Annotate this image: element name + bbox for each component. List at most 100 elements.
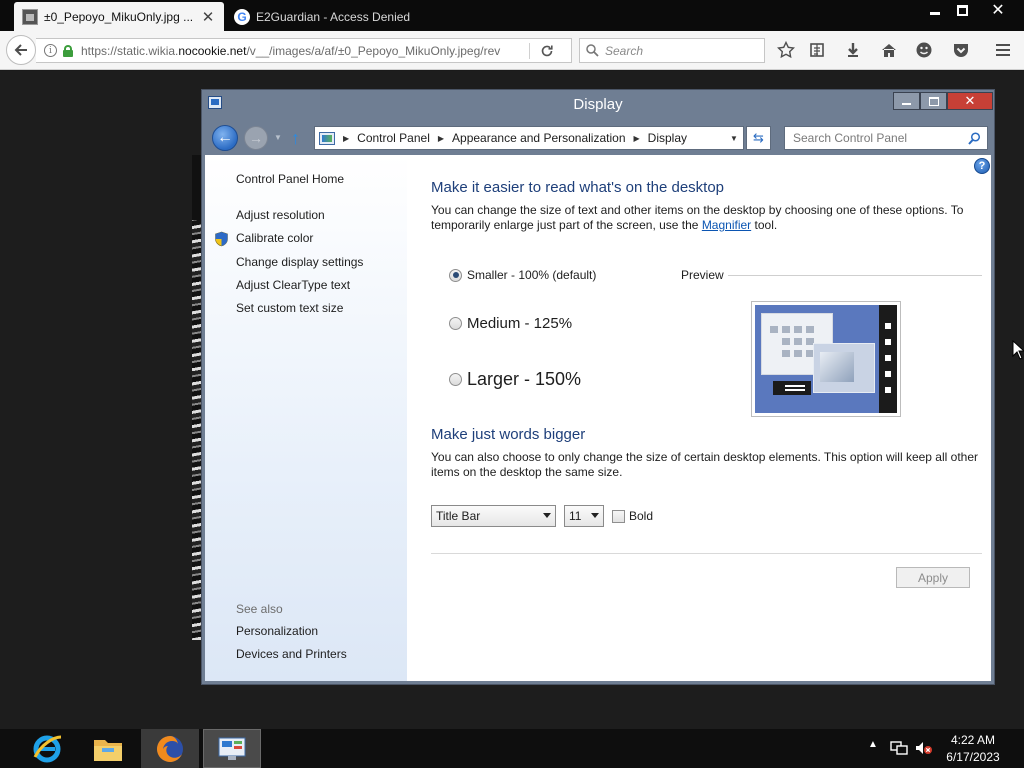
search-control-panel-input[interactable]: Search Control Panel [784,126,988,150]
radio-medium[interactable]: Medium - 125% [449,315,572,332]
words-bigger-paragraph: You can also choose to only change the s… [431,450,979,479]
main-panel: ? Make it easier to read what's on the d… [407,155,991,681]
emoji-icon[interactable] [914,40,934,60]
see-also-label: See also [236,602,283,616]
preview-divider [728,275,982,276]
tab-image[interactable]: ±0_Pepoyo_MikuOnly.jpg ... ✕ [14,2,224,31]
google-favicon-icon: G [234,8,250,25]
minimize-icon [902,103,911,105]
url-bar[interactable]: i https://static.wikia.nocookie.net/v__/… [36,38,572,63]
help-icon[interactable]: ? [974,158,990,174]
tab-e2guardian[interactable]: G E2Guardian - Access Denied [226,2,432,31]
breadcrumb-chevron-icon[interactable]: ▶ [634,134,640,143]
bold-checkbox[interactable] [612,510,625,523]
firefox-taskbar-button[interactable] [141,729,199,768]
forward-button[interactable]: → [244,126,268,150]
element-select[interactable]: Title Bar [431,505,556,527]
recent-locations-chevron-icon[interactable]: ▼ [274,133,282,142]
clock-time[interactable]: 4:22 AM [940,733,1006,747]
breadcrumb-display[interactable]: Display [648,131,687,145]
radio-smaller[interactable]: Smaller - 100% (default) [449,268,596,282]
intro-paragraph: You can change the size of text and othe… [431,203,979,233]
sidebar-item-control-panel-home[interactable]: Control Panel Home [236,172,344,186]
tab-title: E2Guardian - Access Denied [256,9,411,24]
url-prefix: https://static.wikia. [81,43,179,58]
star-icon[interactable] [776,40,796,60]
close-icon: ✕ [991,2,1005,19]
explorer-address-row: ← → ▼ ↑ ▶ Control Panel ▶ Appearance and… [202,121,994,155]
window-content: Control Panel Home Adjust resolution Cal… [205,155,991,681]
browser-close-button[interactable]: ✕ [975,0,1021,20]
element-select-value: Title Bar [436,509,481,523]
back-button[interactable]: ← [212,125,238,151]
breadcrumb-chevron-icon[interactable]: ▶ [343,134,349,143]
heading-read-easier: Make it easier to read what's on the des… [431,179,725,196]
search-icon[interactable] [965,129,983,147]
home-icon[interactable] [879,40,899,60]
intro-text-end: tool. [751,218,778,232]
radio-button[interactable] [449,373,462,386]
address-dropdown-icon[interactable]: ▼ [725,127,743,149]
breadcrumb-control-panel[interactable]: Control Panel [357,131,430,145]
radio-label[interactable]: Smaller - 100% (default) [467,268,596,282]
sidebar-item-change-display-settings[interactable]: Change display settings [236,255,363,269]
sidebar-item-adjust-cleartype[interactable]: Adjust ClearType text [236,278,350,292]
up-arrow-icon[interactable]: ↑ [291,128,300,149]
url-text[interactable]: https://static.wikia.nocookie.net/v__/im… [81,44,511,58]
lock-icon[interactable] [63,44,73,57]
reload-icon[interactable] [540,44,554,58]
preview-taskbar [773,381,811,395]
apply-button[interactable]: Apply [896,567,970,588]
show-hidden-icons-chevron-icon[interactable]: ▲ [868,739,878,750]
network-icon[interactable] [890,740,908,756]
info-icon[interactable]: i [44,44,57,57]
breadcrumb[interactable]: ▶ Control Panel ▶ Appearance and Persona… [314,126,744,150]
window-close-button[interactable]: ✕ [947,92,993,110]
pocket-icon[interactable] [951,40,971,60]
sidebar-item-personalization[interactable]: Personalization [236,624,318,638]
mouse-cursor-icon [1012,340,1024,360]
bold-label[interactable]: Bold [629,509,653,523]
window-maximize-button[interactable] [920,92,947,110]
window-title-bar[interactable]: Display ✕ [202,90,994,119]
font-size-select[interactable]: 11 [564,505,604,527]
control-panel-taskbar-button[interactable] [203,729,261,768]
radio-button[interactable] [449,317,462,330]
download-icon[interactable] [843,40,863,60]
reading-list-icon[interactable] [807,40,827,60]
browser-tab-bar: ±0_Pepoyo_MikuOnly.jpg ... ✕ G E2Guardia… [0,0,1024,31]
browser-maximize-button[interactable] [949,0,975,20]
clock-date[interactable]: 6/17/2023 [940,750,1006,764]
browser-minimize-button[interactable] [921,0,949,20]
radio-label[interactable]: Larger - 150% [467,369,581,390]
search-bar[interactable]: Search [579,38,765,63]
window-minimize-button[interactable] [893,92,920,110]
forward-arrow-icon: → [249,130,263,146]
refresh-icon: ⇆ [753,130,764,145]
sidebar-item-adjust-resolution[interactable]: Adjust resolution [236,208,325,222]
preview-desktop [755,305,897,413]
breadcrumb-appearance[interactable]: Appearance and Personalization [452,131,625,145]
file-explorer-taskbar-button[interactable] [79,729,137,768]
maximize-icon [928,96,939,106]
control-panel-icon [319,131,335,145]
search-placeholder: Search [605,43,644,58]
magnifier-link[interactable]: Magnifier [702,218,751,232]
back-button[interactable] [6,35,36,65]
menu-icon[interactable] [993,40,1013,60]
volume-muted-icon[interactable] [915,740,933,756]
tab-title: ±0_Pepoyo_MikuOnly.jpg ... [44,9,194,24]
firefox-icon [157,735,183,762]
radio-button-checked[interactable] [449,268,462,282]
radio-label[interactable]: Medium - 125% [467,315,572,332]
dropdown-arrow-icon [543,513,551,518]
sidebar-item-devices-printers[interactable]: Devices and Printers [236,647,347,661]
sidebar-item-custom-text-size[interactable]: Set custom text size [236,301,343,315]
radio-larger[interactable]: Larger - 150% [449,369,581,390]
preview-charms-bar [879,305,897,413]
breadcrumb-chevron-icon[interactable]: ▶ [438,134,444,143]
refresh-button[interactable]: ⇆ [746,126,771,150]
tab-close-icon[interactable]: ✕ [200,9,216,26]
internet-explorer-taskbar-button[interactable] [18,729,76,768]
sidebar-item-calibrate-color[interactable]: Calibrate color [236,231,313,245]
